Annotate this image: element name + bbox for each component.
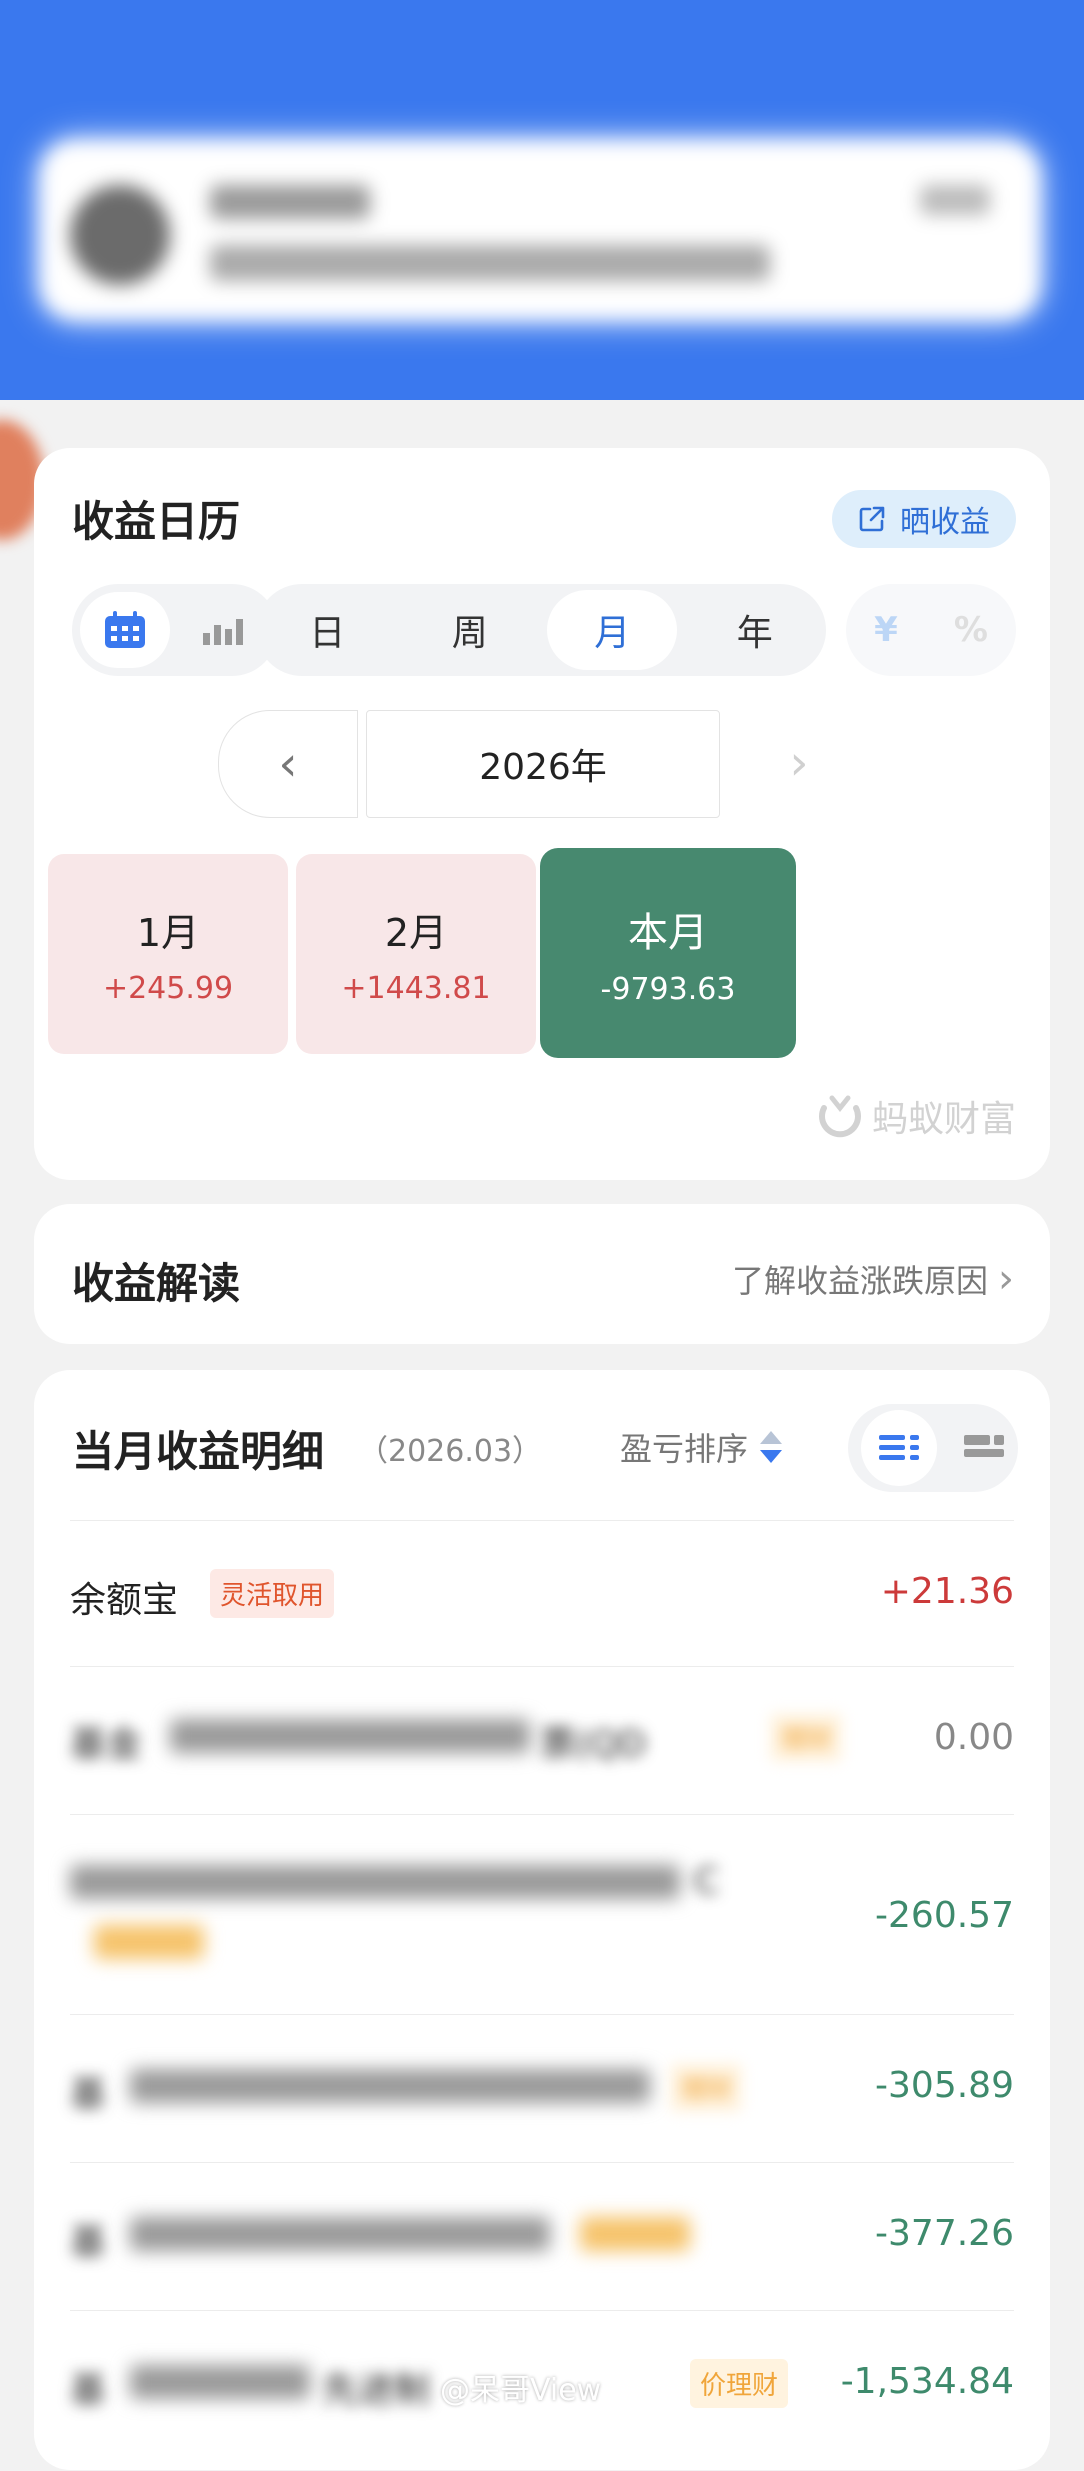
list-icon	[878, 1435, 919, 1460]
watermark: @呆哥View	[440, 2373, 602, 2408]
bar-chart-icon	[203, 619, 243, 645]
detail-period: （2026.03）	[358, 1434, 543, 1469]
sort-icon	[760, 1431, 783, 1463]
holding-earnings: 0.00	[933, 1717, 1014, 1758]
tab-month[interactable]: 月	[547, 590, 678, 670]
holding-earnings: +21.36	[880, 1571, 1014, 1612]
redacted-badge	[580, 2217, 690, 2251]
card-view-button[interactable]	[962, 1431, 1006, 1465]
tab-year[interactable]: 年	[690, 590, 820, 670]
share-earnings-button[interactable]: 晒收益	[832, 490, 1016, 548]
amount-unit-button[interactable]: ¥	[874, 610, 898, 650]
redacted-badge	[94, 1925, 204, 1959]
holding-name-tail: 票(QD	[540, 1724, 647, 1765]
chart-view-button[interactable]	[178, 592, 268, 668]
holding-row[interactable]: 余额宝 灵活取用 +21.36	[70, 1520, 1014, 1667]
holding-earnings: -377.26	[875, 2213, 1014, 2254]
avatar	[70, 185, 170, 285]
month-earnings: +245.99	[102, 971, 234, 1006]
holding-badge: 理财	[670, 2063, 743, 2112]
interpretation-link-label: 了解收益涨跌原因	[731, 1262, 988, 1300]
month-name: 1月	[136, 911, 200, 955]
month-earnings: -9793.63	[600, 971, 736, 1007]
earnings-calendar-card: 收益日历 晒收益 日 周 月 年 ¥ % ‹ 2026年 › 1月 +245.9…	[34, 448, 1050, 1180]
share-label: 晒收益	[900, 505, 990, 540]
month-tile-current[interactable]: 本月 -9793.63	[540, 848, 796, 1058]
year-label: 2026年	[366, 710, 720, 818]
chevron-right-icon: ›	[998, 1256, 1014, 1302]
holding-name: 基	[70, 2370, 107, 2411]
list-view-button[interactable]	[860, 1410, 937, 1486]
holding-badge: 理财	[770, 1713, 843, 1762]
sort-label: 盈亏排序	[620, 1430, 749, 1468]
earnings-interpretation-card[interactable]: 收益解读 了解收益涨跌原因 ›	[34, 1204, 1050, 1344]
unit-toggle: ¥ %	[846, 584, 1016, 676]
month-name: 本月	[628, 909, 708, 956]
holding-name: 余额宝	[70, 1580, 179, 1621]
detail-title: 当月收益明细	[72, 1427, 325, 1476]
notification-sender	[210, 185, 370, 219]
period-tabs: 日 周 月 年	[256, 584, 826, 676]
holding-name: 基金	[70, 1724, 143, 1765]
holding-name-tail: C	[694, 1861, 720, 1902]
tab-week[interactable]: 周	[405, 590, 535, 670]
brand-logo: 蚂蚁财富	[816, 1090, 1016, 1142]
redacted-text	[130, 2069, 650, 2103]
percent-unit-button[interactable]: %	[954, 610, 988, 650]
holding-name: 基	[70, 2222, 107, 2263]
interpretation-link[interactable]: 了解收益涨跌原因 ›	[732, 1256, 1014, 1302]
interpretation-title: 收益解读	[72, 1259, 241, 1308]
redacted-text	[170, 1719, 530, 1753]
holding-badge: 灵活取用	[210, 1569, 335, 1618]
calendar-view-button[interactable]	[80, 592, 170, 668]
holding-earnings: -260.57	[875, 1895, 1014, 1936]
redacted-text	[130, 2365, 310, 2399]
monthly-detail-card: 当月收益明细 （2026.03） 盈亏排序 余额宝 灵活取用 +21.36 基金…	[34, 1370, 1050, 2470]
list-layout-toggle	[848, 1404, 1018, 1492]
view-toggle	[72, 584, 278, 676]
card-view-icon	[963, 1435, 1004, 1457]
month-tile-jan[interactable]: 1月 +245.99	[48, 854, 288, 1054]
holding-name-tail: 先进制	[322, 2370, 431, 2411]
month-tile-feb[interactable]: 2月 +1443.81	[296, 854, 536, 1054]
holding-row[interactable]: 基 理财 -305.89	[70, 2014, 1014, 2163]
next-year-button[interactable]: ›	[730, 710, 868, 816]
redacted-text	[70, 1865, 680, 1899]
holding-badge: 价理财	[690, 2359, 789, 2408]
tab-day[interactable]: 日	[262, 590, 392, 670]
notification-text	[210, 245, 770, 281]
calendar-title: 收益日历	[72, 497, 241, 546]
notification-time	[920, 185, 990, 215]
chevron-right-icon: ›	[789, 735, 809, 791]
redacted-text	[130, 2217, 550, 2251]
share-icon	[859, 506, 885, 532]
holding-earnings: -305.89	[875, 2065, 1014, 2106]
holding-row[interactable]: C -260.57	[70, 1814, 1014, 2015]
sort-button[interactable]: 盈亏排序	[620, 1424, 784, 1470]
month-name: 2月	[384, 911, 448, 955]
holding-row[interactable]: 基金 票(QD 理财 0.00	[70, 1666, 1014, 1815]
holding-name: 基	[70, 2074, 107, 2115]
month-earnings: +1443.81	[341, 971, 491, 1006]
ant-logo-icon	[819, 1095, 861, 1138]
holding-row[interactable]: 基 -377.26	[70, 2162, 1014, 2311]
chevron-left-icon: ‹	[278, 736, 298, 792]
previous-year-button[interactable]: ‹	[218, 710, 358, 818]
brand-name: 蚂蚁财富	[871, 1099, 1016, 1140]
calendar-icon	[105, 611, 145, 648]
holding-earnings: -1,534.84	[840, 2361, 1014, 2402]
notification-card[interactable]	[40, 140, 1040, 320]
